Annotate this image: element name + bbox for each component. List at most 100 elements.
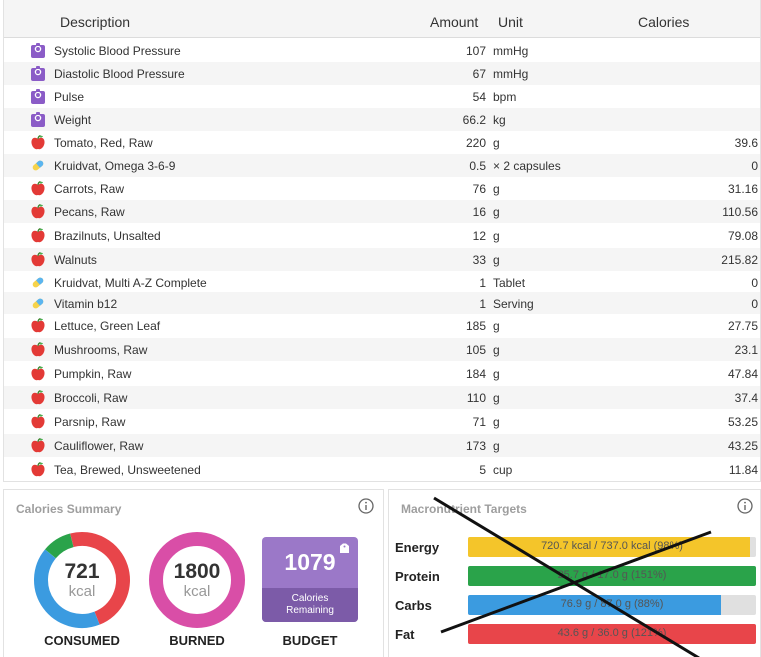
row-calories: 0 xyxy=(751,159,758,173)
consumed-value: 721 xyxy=(64,560,100,583)
row-description: Walnuts xyxy=(54,253,97,267)
row-description: Kruidvat, Omega 3-6-9 xyxy=(54,159,176,173)
food-apple-icon xyxy=(31,252,45,267)
burned-unit: kcal xyxy=(183,583,211,600)
info-icon[interactable] xyxy=(358,498,374,514)
table-row[interactable]: Weight 66.2 kg xyxy=(4,108,760,132)
table-row[interactable]: Kruidvat, Multi A-Z Complete 1 Tablet 0 xyxy=(4,271,760,295)
row-amount: 71 xyxy=(472,415,486,429)
row-description: Pecans, Raw xyxy=(54,205,125,219)
calories-summary-title: Calories Summary xyxy=(16,502,122,516)
row-amount: 67 xyxy=(472,67,486,81)
row-unit: g xyxy=(493,136,500,150)
table-row[interactable]: Mushrooms, Raw 105 g 23.1 xyxy=(4,338,760,362)
food-apple-icon xyxy=(31,204,45,219)
budget-card[interactable]: 1079 Calories Remaining xyxy=(262,537,358,622)
table-row[interactable]: Pulse 54 bpm xyxy=(4,85,760,109)
budget-value: 1079 xyxy=(284,549,336,575)
row-description: Kruidvat, Multi A-Z Complete xyxy=(54,276,207,290)
food-apple-icon xyxy=(31,342,45,357)
food-apple-icon xyxy=(31,318,45,333)
row-calories: 110.56 xyxy=(722,205,758,219)
food-apple-icon xyxy=(31,414,45,429)
supplement-pill-icon xyxy=(32,298,44,309)
food-apple-icon xyxy=(31,135,45,150)
row-amount: 66.2 xyxy=(462,113,486,127)
row-calories: 0 xyxy=(751,276,758,290)
row-description: Tea, Brewed, Unsweetened xyxy=(54,463,201,477)
table-row[interactable]: Kruidvat, Omega 3-6-9 0.5 × 2 capsules 0 xyxy=(4,154,760,178)
row-calories: 31.16 xyxy=(727,182,758,196)
row-unit: g xyxy=(493,391,500,405)
column-header-description[interactable]: Description xyxy=(60,14,130,30)
row-amount: 0.5 xyxy=(469,159,486,173)
row-amount: 1 xyxy=(479,297,486,311)
budget-sub-remaining: Remaining xyxy=(286,605,334,616)
burned-label: BURNED xyxy=(169,633,225,648)
row-amount: 33 xyxy=(472,253,486,267)
macro-progress-text: 76.9 g / 87.0 g (88%) xyxy=(560,598,664,610)
row-amount: 54 xyxy=(472,90,486,104)
row-calories: 79.08 xyxy=(727,229,758,243)
table-row[interactable]: Tomato, Red, Raw 220 g 39.6 xyxy=(4,131,760,155)
table-row[interactable]: Carrots, Raw 76 g 31.16 xyxy=(4,177,760,201)
row-calories: 27.75 xyxy=(727,319,758,333)
row-description: Diastolic Blood Pressure xyxy=(54,67,185,81)
macro-progress-bar: 25.7 g / 17.0 g (151%) xyxy=(468,566,756,586)
info-icon[interactable] xyxy=(737,498,753,514)
table-row[interactable]: Tea, Brewed, Unsweetened 5 cup 11.84 xyxy=(4,458,760,482)
row-unit: × 2 capsules xyxy=(493,159,561,173)
table-row[interactable]: Pecans, Raw 16 g 110.56 xyxy=(4,200,760,224)
biometric-icon xyxy=(31,89,45,104)
column-header-calories[interactable]: Calories xyxy=(638,14,689,30)
row-description: Cauliflower, Raw xyxy=(54,439,144,453)
row-unit: g xyxy=(493,319,500,333)
consumed-center: 721 kcal xyxy=(34,560,130,601)
row-calories: 11.84 xyxy=(728,463,758,477)
row-unit: g xyxy=(493,253,500,267)
table-row[interactable]: Walnuts 33 g 215.82 xyxy=(4,248,760,272)
row-calories: 23.1 xyxy=(734,343,758,357)
table-row[interactable]: Systolic Blood Pressure 107 mmHg xyxy=(4,39,760,63)
row-calories: 47.84 xyxy=(727,367,758,381)
row-unit: g xyxy=(493,439,500,453)
macro-row-protein: Protein 25.7 g / 17.0 g (151%) xyxy=(395,565,757,587)
row-amount: 184 xyxy=(465,367,486,381)
row-amount: 173 xyxy=(465,439,486,453)
row-unit: g xyxy=(493,182,500,196)
row-description: Lettuce, Green Leaf xyxy=(54,319,161,333)
row-description: Carrots, Raw xyxy=(54,182,125,196)
row-unit: cup xyxy=(493,463,513,477)
macro-progress-bar: 43.6 g / 36.0 g (121%) xyxy=(468,624,756,644)
row-description: Pulse xyxy=(54,90,85,104)
table-row[interactable]: Brazilnuts, Unsalted 12 g 79.08 xyxy=(4,224,760,248)
row-unit: mmHg xyxy=(493,67,529,81)
column-header-amount[interactable]: Amount xyxy=(430,14,478,30)
table-header: Description Amount Unit Calories xyxy=(4,0,760,38)
table-row[interactable]: Diastolic Blood Pressure 67 mmHg xyxy=(4,62,760,86)
macro-name: Carbs xyxy=(395,598,432,613)
row-amount: 105 xyxy=(465,343,486,357)
table-row[interactable]: Lettuce, Green Leaf 185 g 27.75 xyxy=(4,314,760,338)
macro-progress-text: 25.7 g / 17.0 g (151%) xyxy=(557,569,667,581)
row-description: Vitamin b12 xyxy=(54,297,118,311)
consumed-label: CONSUMED xyxy=(44,633,120,648)
row-unit: bpm xyxy=(493,90,517,104)
row-unit: g xyxy=(493,367,500,381)
column-header-unit[interactable]: Unit xyxy=(498,14,523,30)
table-row[interactable]: Vitamin b12 1 Serving 0 xyxy=(4,292,760,316)
table-row[interactable]: Broccoli, Raw 110 g 37.4 xyxy=(4,386,760,410)
food-apple-icon xyxy=(31,462,45,477)
macro-progress-bar: 720.7 kcal / 737.0 kcal (98%) xyxy=(468,537,756,557)
table-row[interactable]: Parsnip, Raw 71 g 53.25 xyxy=(4,410,760,434)
food-apple-icon xyxy=(31,390,45,405)
macro-row-energy: Energy 720.7 kcal / 737.0 kcal (98%) xyxy=(395,536,757,558)
row-description: Brazilnuts, Unsalted xyxy=(54,229,161,243)
macronutrient-targets-panel: Macronutrient Targets Energy 720.7 kcal /… xyxy=(388,489,761,657)
supplement-pill-icon xyxy=(32,277,44,288)
table-row[interactable]: Pumpkin, Raw 184 g 47.84 xyxy=(4,362,760,386)
row-calories: 37.4 xyxy=(734,391,758,405)
row-unit: mmHg xyxy=(493,44,529,58)
table-row[interactable]: Cauliflower, Raw 173 g 43.25 xyxy=(4,434,760,458)
macro-name: Protein xyxy=(395,569,440,584)
